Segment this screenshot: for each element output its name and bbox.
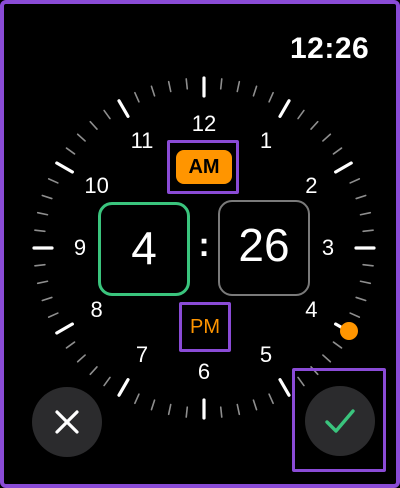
dial-minor-tick <box>362 229 374 233</box>
hour-label-1: 1 <box>259 127 273 153</box>
dial-minor-tick <box>41 296 53 302</box>
dial-major-tick <box>55 161 74 174</box>
dial-minor-tick <box>167 403 172 416</box>
dial-minor-tick <box>355 296 367 302</box>
dial-minor-tick <box>362 263 374 267</box>
dial-minor-tick <box>167 80 172 93</box>
hour-label-7: 7 <box>135 342 149 368</box>
dial-minor-tick <box>236 80 241 93</box>
dial-major-tick <box>278 99 291 118</box>
dial-minor-tick <box>185 78 189 90</box>
hour-label-9: 9 <box>73 235 87 260</box>
hour-label-2: 2 <box>305 173 318 198</box>
hour-label-12: 12 <box>191 111 217 136</box>
dial-major-tick <box>334 161 353 174</box>
dial-minor-tick <box>89 120 98 130</box>
hour-label-3: 3 <box>321 235 335 260</box>
dial-minor-tick <box>36 211 49 216</box>
dial-minor-tick <box>349 312 361 318</box>
dial-minor-tick <box>185 406 189 418</box>
dial-minor-tick <box>332 341 343 349</box>
dial-minor-tick <box>349 178 361 184</box>
dial-minor-tick <box>252 85 258 97</box>
dial-minor-tick <box>34 229 46 233</box>
dial-minor-tick <box>47 312 59 318</box>
time-separator: : <box>198 226 210 264</box>
dial-minor-tick <box>219 406 223 418</box>
dial-minor-tick <box>76 354 86 363</box>
dial-minor-tick <box>252 399 258 411</box>
dial-minor-tick <box>332 147 343 155</box>
watch-screen: 12:26 12 1 2 3 4 5 6 7 8 9 10 11 AM 4 : 26 PM <box>0 0 400 488</box>
dial-minor-tick <box>103 376 111 387</box>
dial-minor-tick <box>65 147 76 155</box>
hour-field[interactable]: 4 <box>98 202 190 296</box>
dial-minor-tick <box>47 178 59 184</box>
minute-field[interactable]: 26 <box>218 200 310 296</box>
hour-label-5: 5 <box>259 342 273 368</box>
dial-minor-tick <box>219 78 223 90</box>
dial-minor-tick <box>150 85 156 97</box>
dial-minor-tick <box>36 280 49 285</box>
close-icon <box>55 410 79 434</box>
dial-minor-tick <box>76 133 86 142</box>
dial-minor-tick <box>134 393 140 405</box>
hour-label-8: 8 <box>90 297 103 322</box>
dial-minor-tick <box>34 263 46 267</box>
dial-minor-tick <box>355 194 367 200</box>
dial-minor-tick <box>103 109 111 120</box>
dial-minor-tick <box>322 354 332 363</box>
dial-minor-tick <box>359 211 372 216</box>
cancel-button[interactable] <box>32 387 102 457</box>
checkmark-icon <box>325 409 355 433</box>
dial-minor-tick <box>89 366 98 376</box>
hour-label-6: 6 <box>197 359 211 384</box>
selected-hour-marker <box>340 322 358 340</box>
dial-major-tick <box>278 378 291 397</box>
dial-major-tick <box>117 378 130 397</box>
hour-label-10: 10 <box>84 173 109 198</box>
dial-minor-tick <box>359 280 372 285</box>
hour-label-11: 11 <box>130 127 154 153</box>
am-button[interactable]: AM <box>176 150 232 184</box>
dial-minor-tick <box>297 109 305 120</box>
dial-minor-tick <box>310 120 319 130</box>
dial-major-tick <box>55 322 74 335</box>
dial-minor-tick <box>150 399 156 411</box>
dial-minor-tick <box>322 133 332 142</box>
dial-minor-tick <box>268 91 274 103</box>
dial-minor-tick <box>41 194 53 200</box>
dial-minor-tick <box>236 403 241 416</box>
dial-minor-tick <box>134 91 140 103</box>
dial-minor-tick <box>268 393 274 405</box>
dial-major-tick <box>117 99 130 118</box>
dial-minor-tick <box>65 341 76 349</box>
pm-button[interactable]: PM <box>179 302 231 352</box>
hour-label-4: 4 <box>305 297 318 322</box>
confirm-button[interactable] <box>305 386 375 456</box>
